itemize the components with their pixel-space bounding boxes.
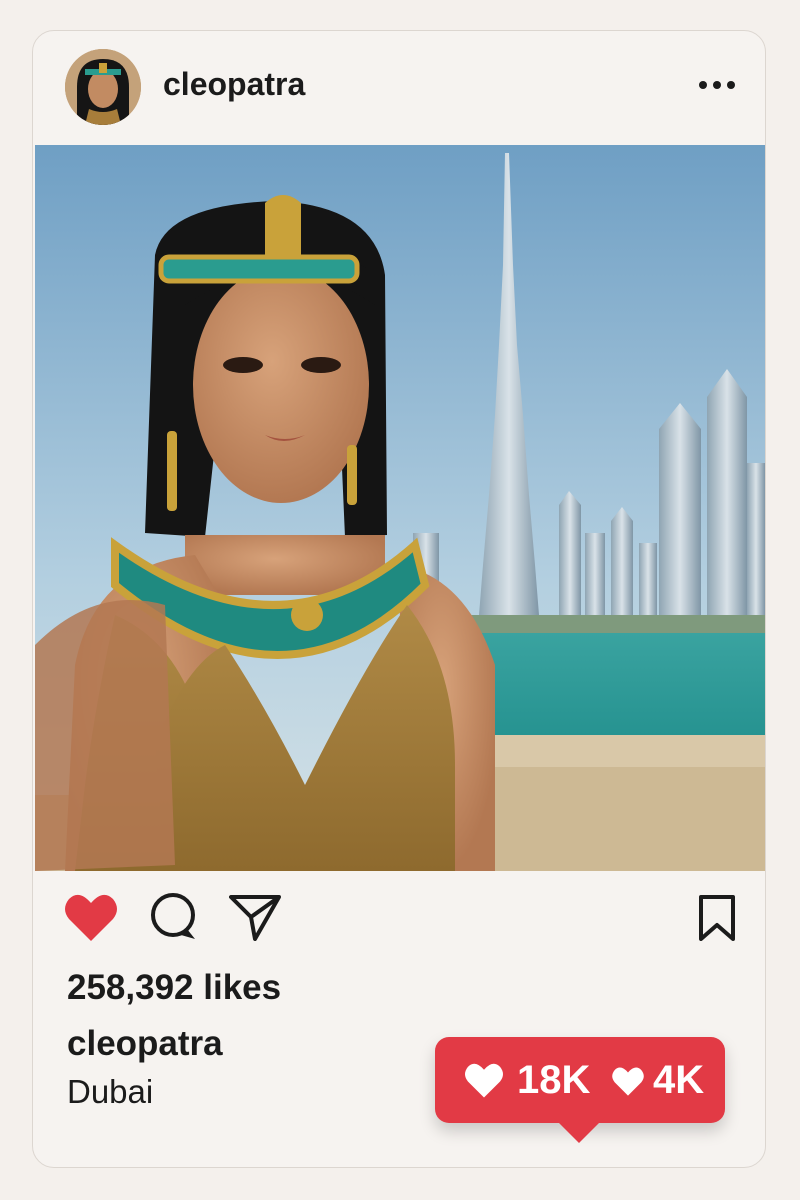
notification-likes-count: 18K [517, 1058, 591, 1102]
heart-icon[interactable] [63, 891, 119, 943]
profile-avatar[interactable] [65, 49, 141, 125]
notification-heart-icon-2 [612, 1067, 644, 1096]
post-header: cleopatra [33, 31, 765, 145]
more-options-icon[interactable] [697, 75, 737, 95]
notification-heart-icon [465, 1063, 503, 1098]
post-actions-bar [33, 889, 765, 949]
likes-count[interactable]: 258,392 likes [67, 968, 281, 1008]
bookmark-icon[interactable] [697, 895, 737, 941]
notification-tail [553, 1117, 605, 1143]
selfie-dubai-image [35, 145, 765, 871]
activity-notification[interactable]: 18K 4K [435, 1037, 725, 1143]
comment-icon[interactable] [147, 891, 199, 943]
caption-username[interactable]: cleopatra [67, 1024, 223, 1064]
notification-second-count: 4K [653, 1058, 705, 1102]
send-icon[interactable] [229, 893, 281, 941]
post-location: Dubai [67, 1073, 154, 1110]
post-username[interactable]: cleopatra [163, 66, 305, 103]
post-photo[interactable] [35, 145, 765, 871]
post-card: cleopatra 258,392 likes cleopatra Dubai … [32, 30, 766, 1168]
